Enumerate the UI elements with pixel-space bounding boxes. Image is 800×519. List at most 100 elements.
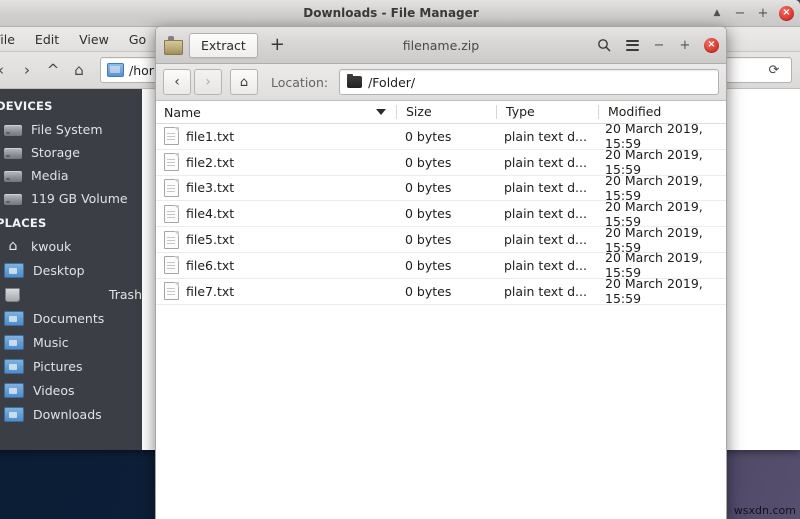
sidebar-item-file-system[interactable]: File System bbox=[0, 118, 142, 141]
menu-go[interactable]: Go bbox=[129, 32, 146, 47]
file-name: file5.txt bbox=[186, 232, 234, 247]
extract-button[interactable]: Extract bbox=[189, 33, 258, 58]
row-type-cell: plain text d... bbox=[495, 129, 596, 144]
row-size-cell: 0 bytes bbox=[396, 206, 495, 221]
archive-header-buttons[interactable]: − + × bbox=[596, 37, 719, 53]
location-label: Location: bbox=[271, 75, 328, 90]
maximize-button[interactable]: + bbox=[756, 6, 770, 20]
row-name-cell[interactable]: file6.txt bbox=[156, 256, 396, 274]
trash-icon bbox=[5, 288, 20, 302]
table-row[interactable]: file4.txt 0 bytes plain text d... 20 Mar… bbox=[156, 201, 726, 227]
forward-button[interactable]: › bbox=[194, 69, 222, 95]
text-file-icon bbox=[164, 205, 179, 223]
hamburger-menu-icon[interactable] bbox=[624, 37, 640, 53]
file-name: file2.txt bbox=[186, 155, 234, 170]
watermark: wsxdn.com bbox=[734, 504, 796, 517]
maximize-button[interactable]: + bbox=[678, 38, 692, 52]
desktop: Downloads - File Manager ▲ − + × File Ed… bbox=[0, 0, 800, 519]
shade-button[interactable]: ▲ bbox=[710, 6, 724, 20]
row-name-cell[interactable]: file1.txt bbox=[156, 127, 396, 145]
row-name-cell[interactable]: file2.txt bbox=[156, 153, 396, 171]
file-manager-sidebar[interactable]: DEVICES File System Storage Media 119 GB… bbox=[0, 89, 142, 450]
sidebar-label: Pictures bbox=[33, 359, 83, 374]
folder-videos-icon bbox=[4, 383, 24, 398]
column-header-size[interactable]: Size bbox=[396, 105, 496, 119]
archive-location-bar[interactable]: ‹ › ⌂ Location: /Folder/ bbox=[156, 64, 726, 101]
row-size-cell: 0 bytes bbox=[396, 284, 495, 299]
table-row[interactable]: file6.txt 0 bytes plain text d... 20 Mar… bbox=[156, 253, 726, 279]
sort-descending-icon[interactable] bbox=[376, 109, 386, 115]
sidebar-item-trash[interactable]: Trash bbox=[0, 282, 142, 306]
file-name: file4.txt bbox=[186, 206, 234, 221]
text-file-icon bbox=[164, 153, 179, 171]
sidebar-item-pictures[interactable]: Pictures bbox=[0, 354, 142, 378]
row-type-cell: plain text d... bbox=[495, 258, 596, 273]
sidebar-item-desktop[interactable]: Desktop bbox=[0, 258, 142, 282]
table-row[interactable]: file2.txt 0 bytes plain text d... 20 Mar… bbox=[156, 150, 726, 176]
archive-file-list[interactable]: file1.txt 0 bytes plain text d... 20 Mar… bbox=[156, 124, 726, 305]
sidebar-heading-places: PLACES bbox=[0, 210, 142, 235]
row-type-cell: plain text d... bbox=[495, 232, 596, 247]
close-button[interactable]: × bbox=[704, 38, 719, 53]
table-row[interactable]: file5.txt 0 bytes plain text d... 20 Mar… bbox=[156, 227, 726, 253]
reload-icon[interactable]: ⟳ bbox=[763, 59, 785, 81]
file-manager-window-buttons[interactable]: ▲ − + × bbox=[710, 0, 794, 26]
row-name-cell[interactable]: file5.txt bbox=[156, 231, 396, 249]
file-manager-titlebar[interactable]: Downloads - File Manager ▲ − + × bbox=[0, 0, 800, 27]
location-input[interactable]: /Folder/ bbox=[339, 69, 719, 95]
menu-view[interactable]: View bbox=[79, 32, 109, 47]
minimize-button[interactable]: − bbox=[652, 38, 666, 52]
column-header-name[interactable]: Name bbox=[156, 105, 396, 120]
minimize-button[interactable]: − bbox=[733, 6, 747, 20]
row-size-cell: 0 bytes bbox=[396, 232, 495, 247]
table-row[interactable]: file1.txt 0 bytes plain text d... 20 Mar… bbox=[156, 124, 726, 150]
sidebar-label: File System bbox=[31, 122, 103, 137]
table-row[interactable]: file3.txt 0 bytes plain text d... 20 Mar… bbox=[156, 176, 726, 202]
sidebar-item-documents[interactable]: Documents bbox=[0, 306, 142, 330]
row-name-cell[interactable]: file7.txt bbox=[156, 282, 396, 300]
search-icon[interactable] bbox=[596, 37, 612, 53]
sidebar-item-kwouk[interactable]: ⌂ kwouk bbox=[0, 235, 142, 258]
column-header-type[interactable]: Type bbox=[496, 105, 598, 119]
row-type-cell: plain text d... bbox=[495, 284, 596, 299]
sidebar-item-videos[interactable]: Videos bbox=[0, 378, 142, 402]
archive-headerbar[interactable]: Extract + filename.zip − + × bbox=[156, 27, 726, 64]
sidebar-item-music[interactable]: Music bbox=[0, 330, 142, 354]
home-button[interactable]: ⌂ bbox=[68, 59, 90, 81]
column-header-modified[interactable]: Modified bbox=[598, 105, 726, 119]
sidebar-label: Trash bbox=[109, 287, 142, 302]
folder-pictures-icon bbox=[4, 359, 24, 374]
row-name-cell[interactable]: file3.txt bbox=[156, 179, 396, 197]
location-value: /Folder/ bbox=[368, 75, 415, 90]
drive-icon bbox=[4, 148, 22, 159]
row-type-cell: plain text d... bbox=[495, 206, 596, 221]
add-files-button[interactable]: + bbox=[270, 36, 285, 54]
sidebar-item-119-gb-volume[interactable]: 119 GB Volume bbox=[0, 187, 142, 210]
archive-manager-window[interactable]: Extract + filename.zip − + × ‹ bbox=[155, 26, 727, 519]
drive-icon bbox=[4, 125, 22, 136]
file-name: file3.txt bbox=[186, 180, 234, 195]
folder-icon bbox=[347, 76, 362, 88]
home-button[interactable]: ⌂ bbox=[230, 69, 258, 95]
folder-downloads-icon bbox=[4, 407, 24, 422]
menu-file[interactable]: File bbox=[0, 32, 15, 47]
table-row[interactable]: file7.txt 0 bytes plain text d... 20 Mar… bbox=[156, 279, 726, 305]
row-size-cell: 0 bytes bbox=[396, 129, 495, 144]
up-button[interactable]: ^ bbox=[42, 59, 64, 81]
row-name-cell[interactable]: file4.txt bbox=[156, 205, 396, 223]
drive-icon bbox=[4, 194, 22, 205]
row-size-cell: 0 bytes bbox=[396, 155, 495, 170]
sidebar-item-media[interactable]: Media bbox=[0, 164, 142, 187]
close-button[interactable]: × bbox=[779, 6, 794, 21]
back-button[interactable]: ‹ bbox=[0, 59, 12, 81]
forward-button[interactable]: › bbox=[16, 59, 38, 81]
sidebar-label: Videos bbox=[33, 383, 75, 398]
menu-edit[interactable]: Edit bbox=[35, 32, 59, 47]
sidebar-label: Documents bbox=[33, 311, 104, 326]
sidebar-item-downloads[interactable]: Downloads bbox=[0, 402, 142, 426]
back-button[interactable]: ‹ bbox=[163, 69, 191, 95]
sidebar-label: Music bbox=[33, 335, 69, 350]
text-file-icon bbox=[164, 282, 179, 300]
sidebar-item-storage[interactable]: Storage bbox=[0, 141, 142, 164]
text-file-icon bbox=[164, 231, 179, 249]
